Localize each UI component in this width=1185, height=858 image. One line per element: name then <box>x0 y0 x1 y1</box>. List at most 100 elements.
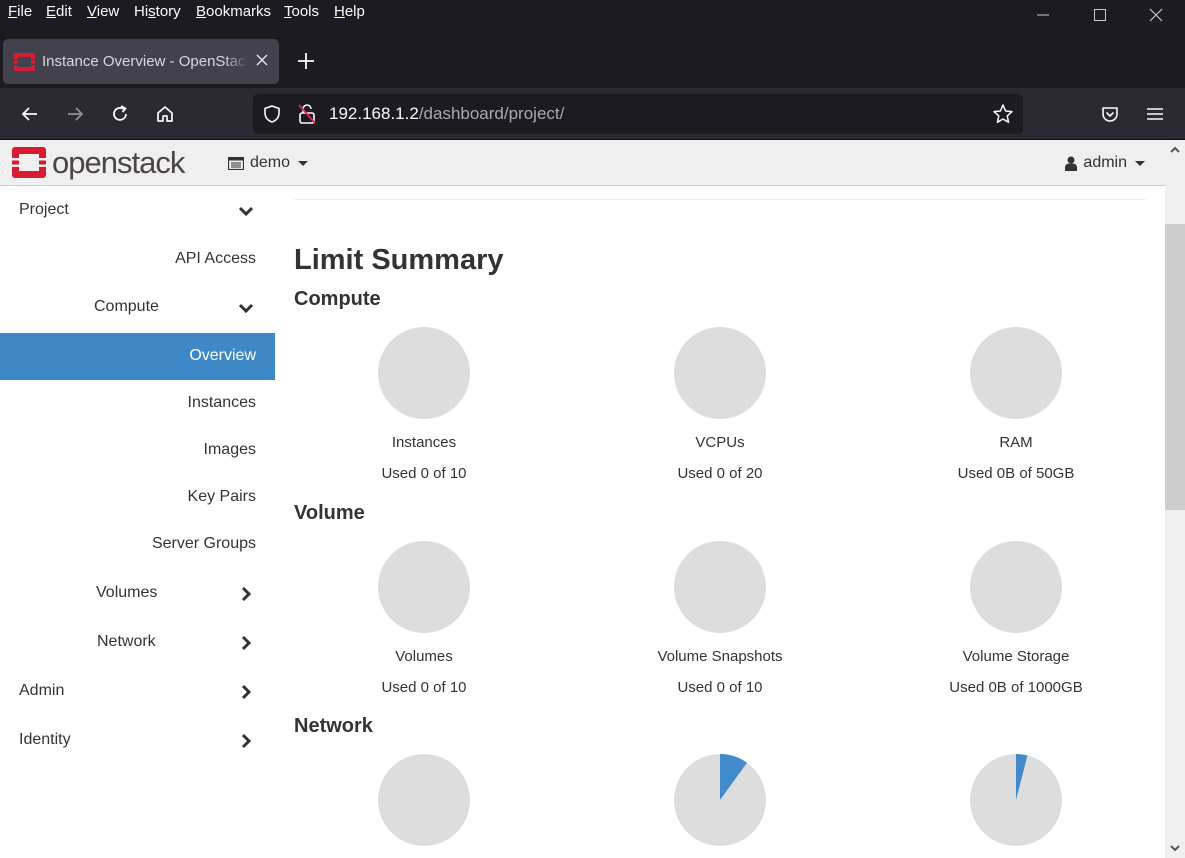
quota-chart-network-1 <box>294 753 554 847</box>
home-icon <box>157 106 173 122</box>
quota-chart-volume-storage: Volume Storage Used 0B of 1000GB <box>886 540 1146 696</box>
sidebar-item-api-access[interactable]: API Access <box>0 236 275 283</box>
user-menu[interactable]: admin <box>1065 154 1145 172</box>
new-tab-icon[interactable] <box>294 49 318 73</box>
pocket-button[interactable] <box>1096 100 1124 128</box>
pie-chart <box>378 754 470 846</box>
sidebar-item-images[interactable]: Images <box>0 427 275 474</box>
chevron-right-icon <box>241 586 252 602</box>
home-button[interactable] <box>151 100 179 128</box>
back-button[interactable] <box>16 100 44 128</box>
tab-strip: Instance Overview - OpenStack Dashboard <box>0 26 1185 88</box>
scrollbar-thumb[interactable] <box>1165 224 1185 510</box>
project-selector[interactable]: demo <box>228 154 309 172</box>
quota-label: Volumes <box>395 648 453 665</box>
menu-bookmarks[interactable]: Bookmarks <box>196 3 271 20</box>
menu-file[interactable]: File <box>8 3 32 20</box>
navigation-toolbar: 192.168.1.2/dashboard/project/ <box>0 88 1185 140</box>
close-tab-icon[interactable] <box>253 51 271 69</box>
chevron-down-icon <box>238 206 254 217</box>
quota-label: RAM <box>999 434 1033 451</box>
openstack-logo[interactable]: openstack <box>12 145 185 183</box>
menu-tools[interactable]: Tools <box>284 3 319 20</box>
quota-label: Volume Snapshots <box>657 648 783 665</box>
pie-chart <box>674 327 766 419</box>
pie-chart <box>970 327 1062 419</box>
quota-usage: Used 0 of 20 <box>677 465 763 482</box>
quota-usage: Used 0B of 1000GB <box>949 679 1083 696</box>
quota-chart-vcpus: VCPUs Used 0 of 20 <box>590 326 850 482</box>
bookmark-star-icon[interactable] <box>992 103 1014 125</box>
insecure-lock-icon[interactable] <box>297 103 317 125</box>
close-window-button[interactable] <box>1133 2 1179 28</box>
quota-chart-network-2 <box>590 753 850 847</box>
menu-bar: File Edit View History Bookmarks Tools H… <box>0 0 1185 26</box>
pie-chart <box>674 541 766 633</box>
sidebar-item-identity[interactable]: Identity <box>0 717 275 764</box>
pie-chart <box>378 541 470 633</box>
project-name: demo <box>250 154 291 171</box>
sidebar-item-project[interactable]: Project <box>0 187 275 234</box>
hamburger-menu-icon <box>1147 108 1163 120</box>
pie-free-slice <box>970 327 1062 419</box>
quota-usage: Used 0 of 10 <box>381 679 467 696</box>
forward-button[interactable] <box>61 100 89 128</box>
pie-free-slice <box>674 327 766 419</box>
openstack-favicon-icon <box>14 53 35 71</box>
sidebar-item-overview[interactable]: Overview <box>0 333 275 380</box>
section-volume-heading: Volume <box>294 502 365 524</box>
sidebar-item-network[interactable]: Network <box>0 619 275 666</box>
quota-chart-network-3 <box>886 753 1146 847</box>
minimize-button[interactable] <box>1020 2 1066 28</box>
tab-title: Instance Overview - OpenStack Dashboard <box>42 53 248 70</box>
quota-chart-volumes: Volumes Used 0 of 10 <box>294 540 554 696</box>
scroll-up-icon[interactable] <box>1169 144 1181 156</box>
sidebar-item-admin[interactable]: Admin <box>0 668 275 715</box>
sidebar-item-compute[interactable]: Compute <box>0 284 275 331</box>
reload-icon <box>113 105 127 121</box>
quota-chart-instances: Instances Used 0 of 10 <box>294 326 554 482</box>
sidebar-item-key-pairs[interactable]: Key Pairs <box>0 474 275 521</box>
section-network-heading: Network <box>294 715 373 737</box>
section-compute-heading: Compute <box>294 288 381 310</box>
menu-help[interactable]: Help <box>334 3 365 20</box>
sidebar-nav: Project API Access Compute Overview Inst… <box>0 186 275 858</box>
vertical-scrollbar[interactable] <box>1165 140 1185 858</box>
quota-chart-volume-snapshots: Volume Snapshots Used 0 of 10 <box>590 540 850 696</box>
pie-free-slice <box>674 541 766 633</box>
browser-tab[interactable]: Instance Overview - OpenStack Dashboard <box>3 39 279 84</box>
sidebar-item-volumes[interactable]: Volumes <box>0 570 275 617</box>
quota-label: VCPUs <box>695 434 745 451</box>
web-page: openstack demo admin Project API Access … <box>0 140 1165 858</box>
shield-icon[interactable] <box>262 104 282 124</box>
dashboard-header: openstack demo admin <box>0 140 1165 186</box>
sidebar-item-instances[interactable]: Instances <box>0 380 275 427</box>
arrow-right-icon <box>68 107 84 121</box>
scroll-down-icon[interactable] <box>1169 842 1181 854</box>
url-text[interactable]: 192.168.1.2/dashboard/project/ <box>329 104 564 124</box>
menu-edit[interactable]: Edit <box>46 3 72 20</box>
sidebar-item-server-groups[interactable]: Server Groups <box>0 521 275 568</box>
reload-button[interactable] <box>106 100 134 128</box>
divider <box>294 199 1146 200</box>
app-menu-button[interactable] <box>1141 100 1169 128</box>
project-list-icon <box>228 156 244 170</box>
menu-history[interactable]: History <box>134 3 181 20</box>
pie-free-slice <box>378 541 470 633</box>
menu-view[interactable]: View <box>87 3 119 20</box>
address-bar[interactable]: 192.168.1.2/dashboard/project/ <box>253 94 1023 134</box>
openstack-logo-icon <box>12 147 46 178</box>
quota-usage: Used 0 of 10 <box>381 465 467 482</box>
pie-chart <box>970 541 1062 633</box>
pie-free-slice <box>970 541 1062 633</box>
quota-usage: Used 0 of 10 <box>677 679 763 696</box>
arrow-left-icon <box>21 107 37 121</box>
pie-chart <box>674 754 766 846</box>
quota-label: Volume Storage <box>962 648 1070 665</box>
pie-chart <box>970 754 1062 846</box>
quota-label: Instances <box>391 434 457 451</box>
pie-free-slice <box>378 327 470 419</box>
pie-free-slice <box>378 754 470 846</box>
maximize-button[interactable] <box>1077 2 1123 28</box>
close-icon <box>1149 8 1163 22</box>
